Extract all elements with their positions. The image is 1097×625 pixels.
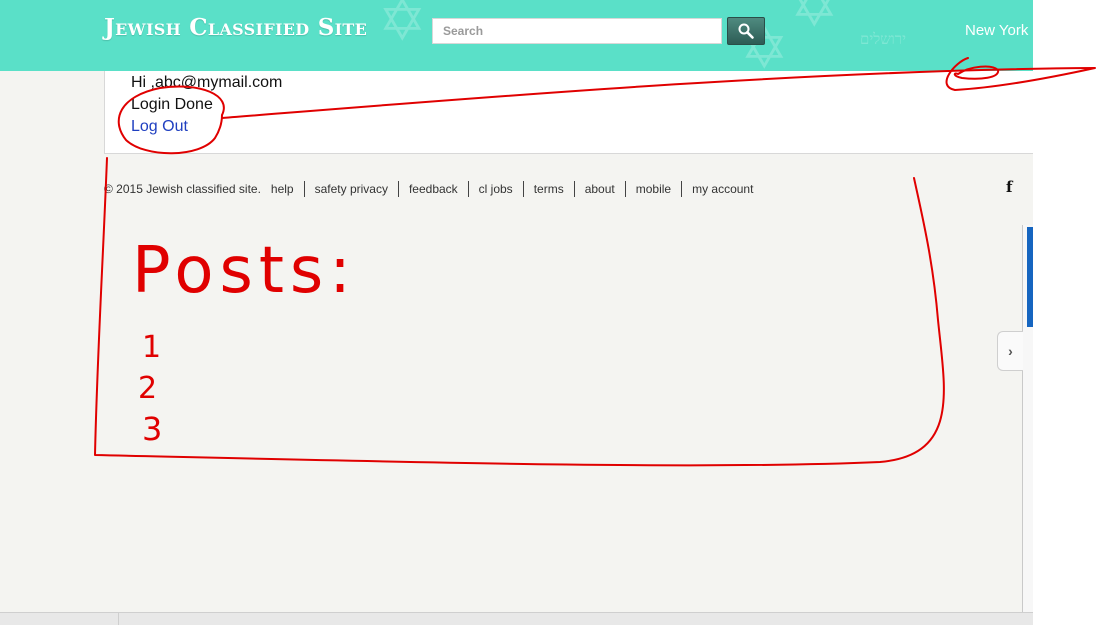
search-input[interactable]: [432, 18, 722, 44]
login-status: Login Done: [131, 96, 213, 113]
search-button[interactable]: [727, 17, 765, 45]
footer-link-feedback[interactable]: feedback: [397, 181, 468, 197]
side-panel-banner: [1027, 227, 1033, 327]
user-greeting: Hi ,abc@mymail.com: [131, 74, 283, 91]
user-panel: Hi ,abc@mymail.com Login Done Log Out: [104, 71, 1033, 154]
header-decoration-text: ירושלים: [860, 30, 907, 48]
star-of-david-icon: ✡: [378, 0, 427, 53]
footer-link-my-account[interactable]: my account: [681, 181, 763, 197]
search-icon: [738, 23, 754, 39]
footer-link-mobile[interactable]: mobile: [624, 181, 681, 197]
footer: © 2015 Jewish classified site. help safe…: [104, 179, 763, 199]
footer-link-help[interactable]: help: [271, 181, 304, 197]
star-of-david-icon: ✡: [790, 0, 839, 39]
footer-link-about[interactable]: about: [573, 181, 625, 197]
page: ✡ ✡ ✡ ירושלים Jewish Classified Site New…: [0, 0, 1033, 625]
status-bar: [0, 612, 1033, 625]
footer-link-cl-jobs[interactable]: cl jobs: [467, 181, 523, 197]
logout-link[interactable]: Log Out: [131, 118, 188, 135]
site-header: ✡ ✡ ✡ ירושלים Jewish Classified Site New…: [0, 0, 1033, 71]
footer-link-terms[interactable]: terms: [522, 181, 574, 197]
site-logo[interactable]: Jewish Classified Site: [104, 14, 367, 41]
copyright-text: © 2015 Jewish classified site.: [104, 182, 261, 196]
chevron-right-icon: ›: [1008, 343, 1013, 359]
status-bar-segment: [0, 613, 119, 625]
side-panel-toggle[interactable]: ›: [997, 331, 1023, 371]
side-panel: [1022, 225, 1033, 625]
city-selector[interactable]: New York: [965, 22, 1028, 39]
facebook-icon[interactable]: f: [1006, 178, 1012, 196]
footer-link-safety-privacy[interactable]: safety privacy: [303, 181, 398, 197]
